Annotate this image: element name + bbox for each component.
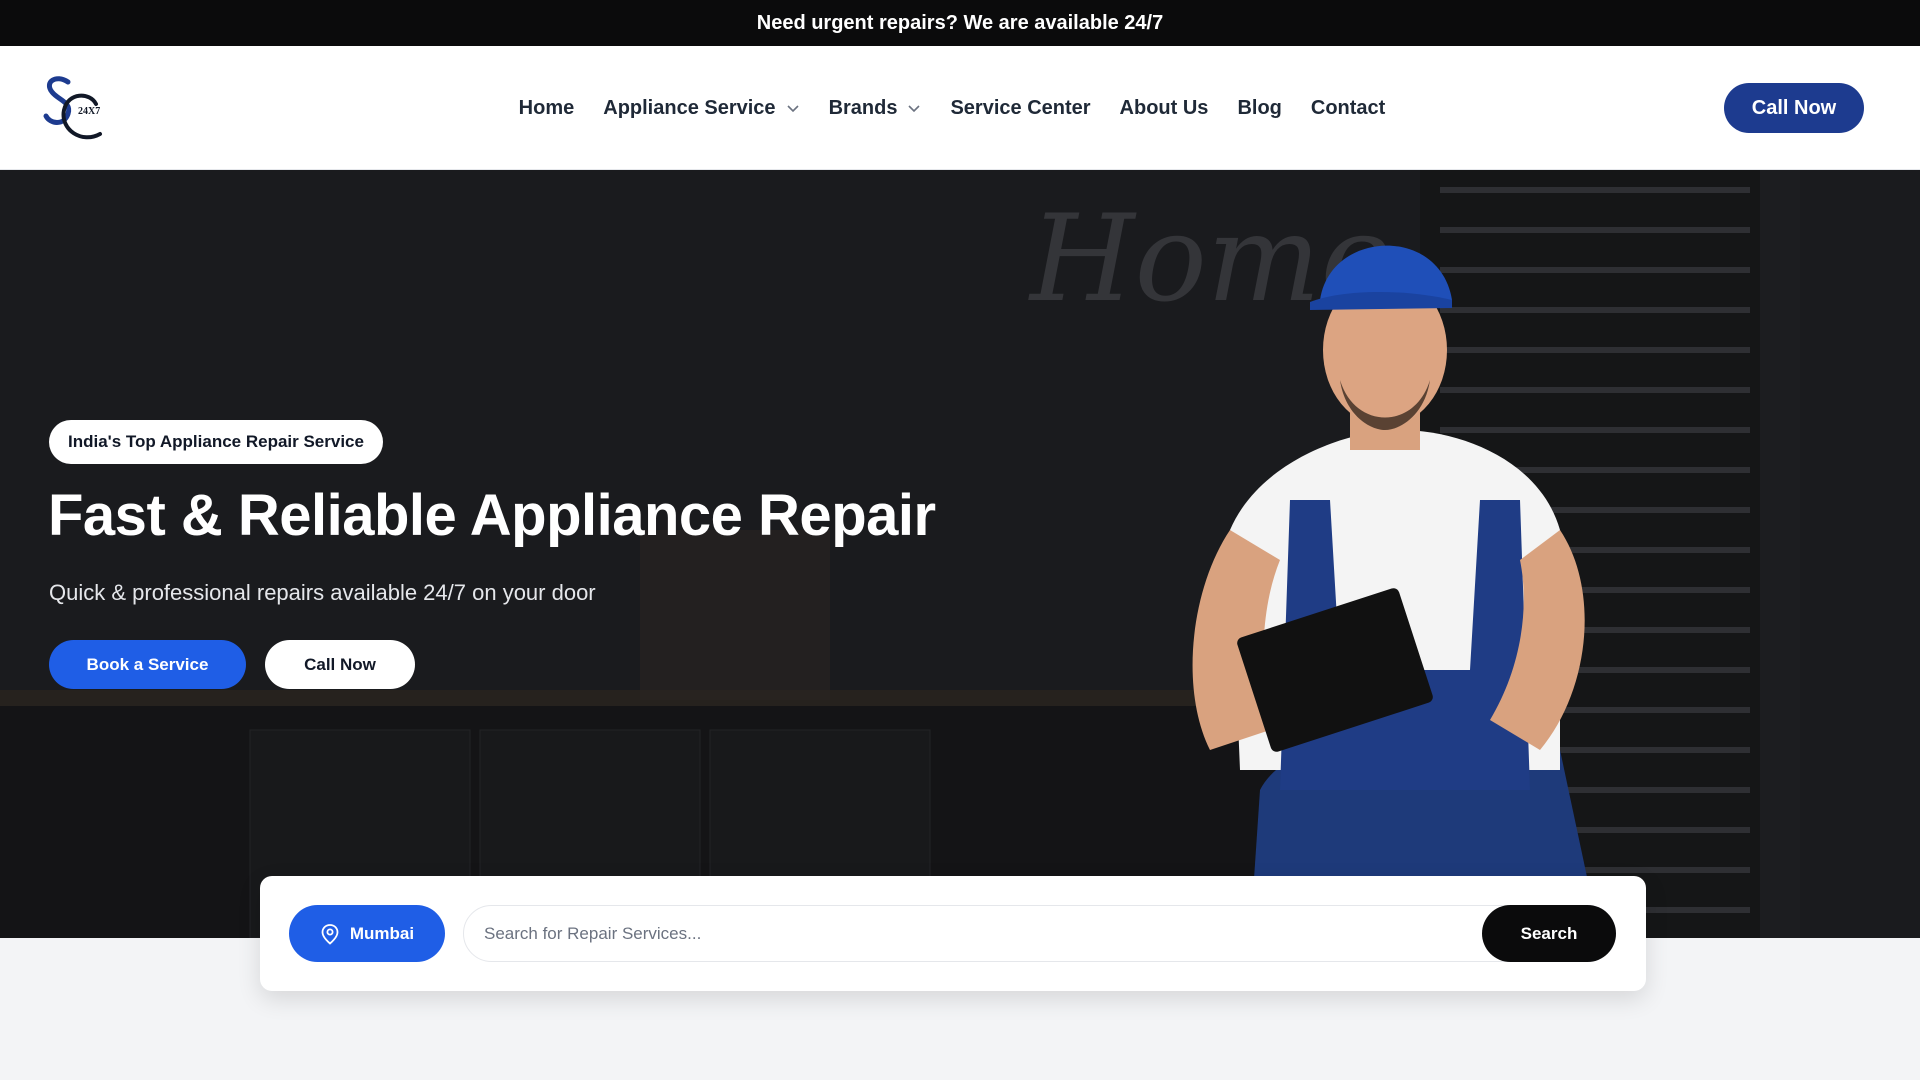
nav-label: Appliance Service (603, 96, 776, 119)
search-bar: Search (463, 905, 1616, 962)
search-input[interactable] (484, 906, 1474, 961)
main-nav: Home Appliance Service Brands Service Ce… (0, 46, 1920, 170)
hero-badge: India's Top Appliance Repair Service (49, 420, 383, 464)
announcement-text: Need urgent repairs? We are available 24… (756, 11, 1164, 34)
hero-title: Fast & Reliable Appliance Repair (48, 483, 936, 548)
hero-subtitle: Quick & professional repairs available 2… (49, 580, 596, 605)
nav-contact[interactable]: Contact (1311, 97, 1385, 120)
nav-label: Contact (1310, 96, 1386, 119)
nav-home[interactable]: Home (519, 97, 575, 120)
nav-service-center[interactable]: Service Center (950, 97, 1090, 120)
city-selector-button[interactable]: Mumbai (289, 905, 445, 962)
chevron-down-icon (908, 105, 921, 113)
hero-call-now-button[interactable]: Call Now (265, 640, 415, 689)
search-card: Mumbai Search (260, 876, 1646, 991)
hero-section: Home India's Top Appliance Repair Servic… (0, 170, 1920, 938)
nav-label: About Us (1119, 96, 1209, 119)
search-button[interactable]: Search (1482, 905, 1616, 962)
chevron-down-icon (786, 105, 799, 113)
nav-label: Service Center (950, 96, 1091, 119)
site-header: 24X7 Home Appliance Service Brands Servi… (0, 46, 1920, 170)
nav-blog[interactable]: Blog (1237, 97, 1281, 120)
header-call-now-button[interactable]: Call Now (1724, 83, 1864, 133)
badge-text: India's Top Appliance Repair Service (68, 432, 364, 451)
nav-label: Home (518, 96, 575, 119)
nav-label: Brands (828, 96, 898, 119)
nav-appliance-service[interactable]: Appliance Service (603, 97, 799, 120)
nav-brands[interactable]: Brands (829, 97, 922, 120)
technician-image (1192, 245, 1600, 938)
announcement-bar: Need urgent repairs? We are available 24… (0, 0, 1920, 46)
book-service-button[interactable]: Book a Service (49, 640, 246, 689)
location-pin-icon (321, 923, 339, 945)
nav-label: Blog (1237, 96, 1282, 119)
nav-about-us[interactable]: About Us (1120, 97, 1209, 120)
city-label: Mumbai (349, 923, 415, 943)
